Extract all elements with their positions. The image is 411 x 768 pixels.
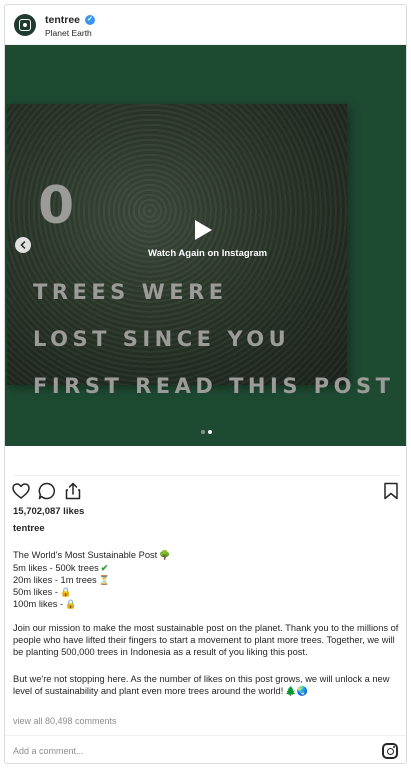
location[interactable]: Planet Earth	[45, 28, 92, 38]
add-comment-row	[5, 735, 406, 763]
verified-badge-icon: ✓	[85, 15, 95, 25]
carousel-indicator	[201, 430, 212, 434]
check-icon: ✔	[100, 563, 109, 573]
hourglass-icon: ⏳	[98, 575, 110, 585]
post-media[interactable]: 0 TREES WERE LOST SINCE YOU FIRST READ T…	[5, 45, 406, 446]
overlay-text-line3: FIRST READ THIS POST	[33, 374, 395, 398]
caption-username[interactable]: tentree	[13, 523, 45, 534]
instagram-icon[interactable]	[382, 743, 398, 759]
username[interactable]: tentree	[45, 14, 80, 26]
tier-item: 5m likes - 500k trees ✔	[13, 563, 109, 573]
lock-icon: 🔒	[59, 587, 72, 597]
view-all-comments-link[interactable]: view all 80,498 comments	[13, 716, 117, 726]
tree-emoji-icon: 🌳	[159, 550, 171, 560]
chevron-left-icon[interactable]	[15, 237, 31, 253]
post-header: tentree ✓ Planet Earth	[5, 5, 406, 45]
caption-title-text: The World's Most Sustainable Post	[13, 550, 158, 560]
comment-input[interactable]	[13, 744, 353, 758]
carousel-dot-active	[208, 430, 212, 434]
caption-paragraph: Join our mission to make the most sustai…	[13, 623, 399, 657]
tier-item: 100m likes - 🔒	[13, 599, 77, 609]
tier-item: 50m likes - 🔒	[13, 587, 72, 597]
overlay-text-line1: TREES WERE	[33, 280, 228, 304]
play-icon[interactable]	[195, 220, 212, 240]
tier-item: 20m likes - 1m trees ⏳	[13, 575, 110, 585]
caption-paragraph: But we're not stopping here. As the numb…	[13, 673, 403, 697]
lock-icon: 🔒	[65, 599, 77, 609]
share-icon[interactable]	[63, 481, 83, 501]
like-count[interactable]: 15,702,087 likes	[13, 506, 84, 517]
instagram-embed-card: tentree ✓ Planet Earth 0 TREES WERE LOST…	[4, 4, 407, 764]
tier-list: 5m likes - 500k trees ✔ 20m likes - 1m tr…	[13, 562, 403, 610]
tree-globe-emoji-icon: 🌲🌏	[285, 686, 308, 696]
action-bar	[5, 479, 406, 503]
tentree-logo-icon	[19, 19, 31, 31]
caption-title: The World's Most Sustainable Post 🌳	[13, 549, 403, 561]
divider	[13, 475, 400, 476]
heart-icon[interactable]	[11, 481, 31, 501]
caption-paragraph-text: But we're not stopping here. As the numb…	[13, 674, 390, 696]
overlay-text-line2: LOST SINCE YOU	[33, 327, 291, 351]
comment-bubble-icon[interactable]	[37, 481, 57, 501]
bookmark-icon[interactable]	[381, 481, 401, 501]
avatar[interactable]	[14, 14, 36, 36]
watch-again-link[interactable]: Watch Again on Instagram	[148, 248, 267, 259]
carousel-dot	[201, 430, 205, 434]
tree-counter: 0	[38, 176, 75, 236]
